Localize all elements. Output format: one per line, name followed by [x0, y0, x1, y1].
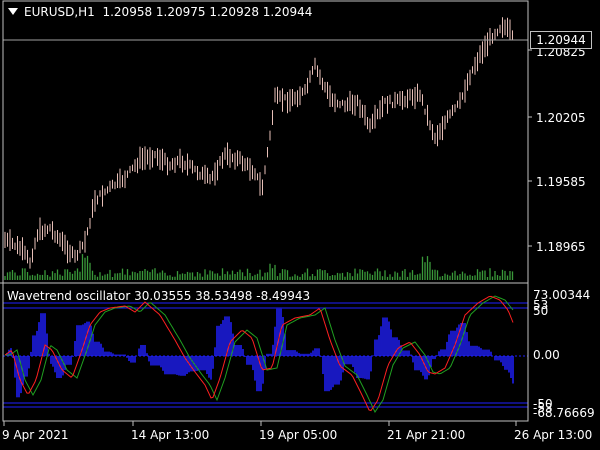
oscillator-title: Wavetrend oscillator 30.03555 38.53498 -…	[7, 289, 310, 303]
time-label: 26 Apr 13:00	[514, 428, 593, 442]
dropdown-triangle-icon[interactable]	[8, 8, 18, 15]
chart-canvas[interactable]	[0, 0, 600, 450]
current-price-badge: 1.20944	[530, 31, 592, 49]
time-label: 14 Apr 13:00	[131, 428, 210, 442]
oscillator-values: 30.03555 38.53498 -8.49943	[134, 289, 311, 303]
time-label: 19 Apr 05:00	[259, 428, 338, 442]
price-candles	[4, 17, 513, 269]
wt1-line	[4, 295, 514, 412]
osc-scale-min: -68.76669	[533, 406, 595, 420]
main-panel-title: EURUSD,H1 1.20958 1.20975 1.20928 1.2094…	[8, 5, 312, 19]
osc-scale-zero: 0.00	[533, 348, 560, 362]
ohlc-values: 1.20958 1.20975 1.20928 1.20944	[102, 5, 313, 19]
time-label: 21 Apr 21:00	[387, 428, 466, 442]
oscillator-plot	[3, 295, 528, 414]
osc-scale-upper-b: 50	[533, 304, 549, 318]
oscillator-name: Wavetrend oscillator	[7, 289, 131, 303]
price-level-label: 1.19585	[536, 175, 586, 189]
symbol-label: EURUSD,H1	[24, 5, 95, 19]
price-level-label: 1.20205	[536, 111, 586, 125]
volume-bars	[4, 254, 514, 280]
time-label: 9 Apr 2021	[2, 428, 69, 442]
price-level-label: 1.18965	[536, 240, 586, 254]
